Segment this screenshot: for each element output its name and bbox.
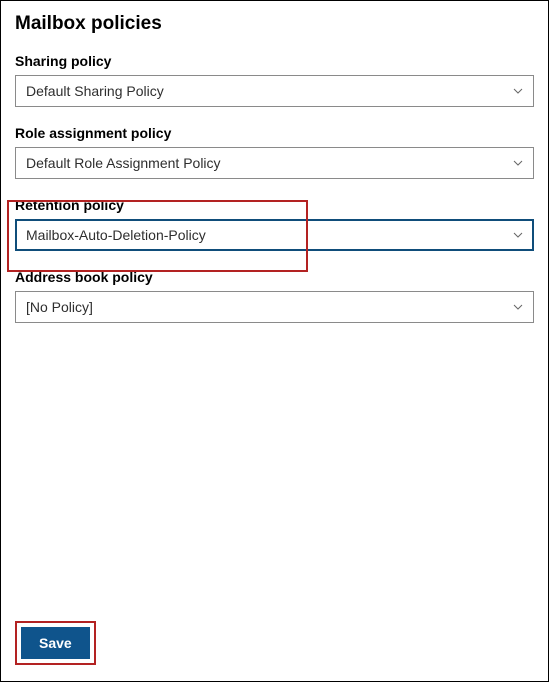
save-button[interactable]: Save [21, 627, 90, 659]
address-book-policy-value: [No Policy] [26, 299, 93, 315]
role-assignment-policy-value: Default Role Assignment Policy [26, 155, 221, 171]
retention-policy-field: Retention policy Mailbox-Auto-Deletion-P… [15, 197, 534, 251]
address-book-policy-field: Address book policy [No Policy] [15, 269, 534, 323]
role-assignment-policy-select[interactable]: Default Role Assignment Policy [15, 147, 534, 179]
address-book-policy-select[interactable]: [No Policy] [15, 291, 534, 323]
sharing-policy-label: Sharing policy [15, 53, 534, 69]
address-book-policy-label: Address book policy [15, 269, 534, 285]
sharing-policy-field: Sharing policy Default Sharing Policy [15, 53, 534, 107]
role-assignment-policy-label: Role assignment policy [15, 125, 534, 141]
page-title: Mailbox policies [15, 13, 534, 35]
sharing-policy-select[interactable]: Default Sharing Policy [15, 75, 534, 107]
retention-policy-value: Mailbox-Auto-Deletion-Policy [26, 227, 206, 243]
highlight-annotation: Save [15, 621, 96, 665]
sharing-policy-value: Default Sharing Policy [26, 83, 164, 99]
retention-policy-label: Retention policy [15, 197, 534, 213]
retention-policy-select[interactable]: Mailbox-Auto-Deletion-Policy [15, 219, 534, 251]
role-assignment-policy-field: Role assignment policy Default Role Assi… [15, 125, 534, 179]
